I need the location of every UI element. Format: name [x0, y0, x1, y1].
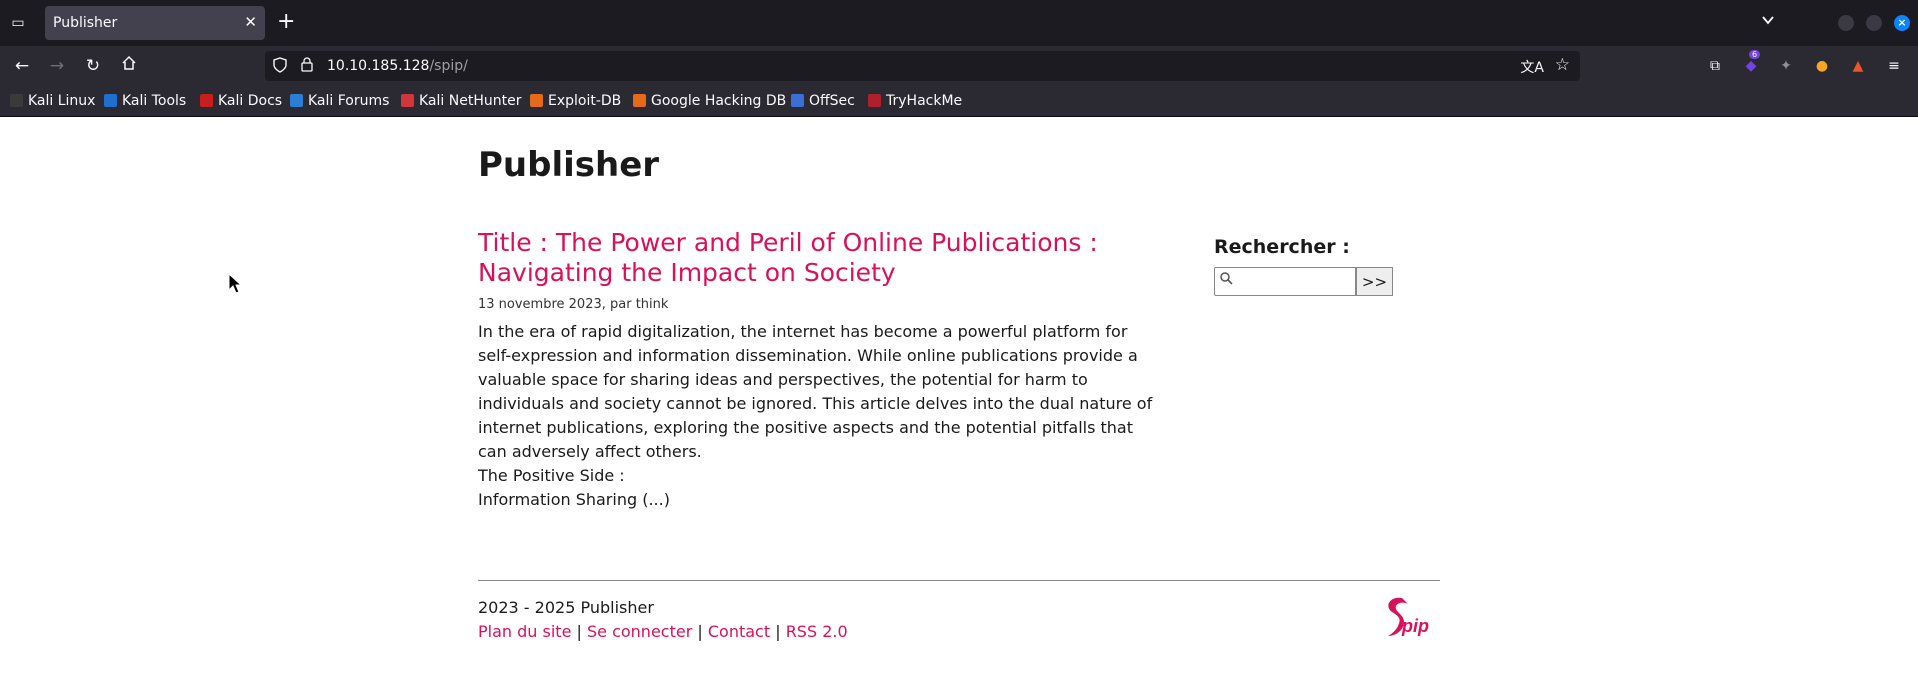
bookmark-google-hacking-db[interactable]: Google Hacking DB [633, 93, 786, 109]
site-title[interactable]: Publisher [478, 145, 659, 185]
browser-tab[interactable]: Publisher ✕ [45, 6, 265, 40]
close-window-icon[interactable]: × [1894, 15, 1910, 31]
bookmark-kali-forums[interactable]: Kali Forums [290, 93, 389, 109]
bookmark-label: OffSec [809, 93, 855, 109]
reload-icon[interactable]: ↻ [82, 55, 104, 77]
bookmark-star-icon[interactable]: ☆ [1555, 55, 1570, 75]
article-intro-line: Information Sharing (...) [478, 490, 670, 509]
sitemap-link[interactable]: Plan du site [478, 622, 571, 641]
offsec-icon [791, 94, 804, 107]
forward-icon[interactable]: → [46, 55, 68, 77]
navigation-toolbar: ← → ↻ 10.10.185.128/spip/ 文A ☆ ⧉ ◆ 6 ✦ ●… [0, 46, 1918, 86]
spip-logo-icon[interactable]: pip [1380, 594, 1440, 640]
url-host: 10.10.185.128 [327, 58, 430, 74]
kali-nethunter-icon [401, 94, 414, 107]
url-text[interactable]: 10.10.185.128/spip/ [327, 58, 468, 74]
bookmark-label: Kali Docs [218, 93, 283, 109]
bookmark-kali-linux[interactable]: Kali Linux [10, 93, 95, 109]
footer-copyright: 2023 - 2025 Publisher [478, 598, 654, 617]
svg-text:pip: pip [1401, 616, 1429, 636]
bookmark-label: Kali Forums [308, 93, 390, 109]
footer-divider [478, 580, 1440, 581]
translate-icon[interactable]: 文A [1520, 57, 1544, 77]
article-title-link[interactable]: Title : The Power and Peril of Online Pu… [478, 228, 1158, 288]
menu-icon[interactable]: ≡ [1884, 56, 1904, 76]
kali-docs-icon [200, 94, 213, 107]
kali-linux-icon [10, 94, 23, 107]
cookie-extension-icon[interactable]: ● [1812, 56, 1832, 76]
bookmark-label: TryHackMe [886, 93, 963, 109]
url-path: /spip/ [429, 58, 468, 74]
article-intro-line: The Positive Side : [478, 466, 625, 485]
tab-title: Publisher [53, 15, 118, 31]
tab-bar: ▭ Publisher ✕ + × [0, 0, 1918, 46]
maximize-window-icon[interactable] [1866, 15, 1882, 31]
mouse-cursor-icon [228, 273, 242, 294]
exploit-db-icon [530, 94, 543, 107]
home-icon[interactable] [118, 55, 140, 77]
close-tab-icon[interactable]: ✕ [244, 13, 257, 31]
footer-separator: | [775, 622, 781, 641]
footer-separator: | [576, 622, 582, 641]
search-input[interactable] [1214, 267, 1356, 296]
back-icon[interactable]: ← [11, 55, 33, 77]
minimize-window-icon[interactable] [1838, 15, 1854, 31]
bookmark-label: Google Hacking DB [651, 93, 787, 109]
bookmark-label: Exploit-DB [548, 93, 622, 109]
tracking-protection-icon[interactable] [273, 57, 287, 73]
tryhackme-icon [868, 94, 881, 107]
bookmark-label: Kali NetHunter [419, 93, 522, 109]
foxyproxy-extension-icon[interactable]: ▲ [1848, 56, 1868, 76]
bookmark-kali-nethunter[interactable]: Kali NetHunter [401, 93, 521, 109]
search-label: Rechercher : [1214, 236, 1350, 258]
contact-link[interactable]: Contact [708, 622, 770, 641]
bookmark-label: Kali Tools [122, 93, 187, 109]
extension-puzzle-icon[interactable]: ✦ [1776, 56, 1796, 76]
search-icon [1220, 272, 1233, 289]
bookmarks-toolbar: Kali Linux Kali Tools Kali Docs Kali For… [0, 86, 1918, 117]
tab-list-icon[interactable]: ▭ [8, 13, 28, 33]
extension-badge: 6 [1749, 50, 1761, 59]
article-intro: In the era of rapid digitalization, the … [478, 320, 1158, 512]
footer-separator: | [697, 622, 703, 641]
article-info: 13 novembre 2023, par think [478, 297, 669, 312]
bookmark-exploit-db[interactable]: Exploit-DB [530, 93, 621, 109]
article-intro-text: In the era of rapid digitalization, the … [478, 322, 1153, 461]
footer-links: Plan du site | Se connecter | Contact | … [478, 622, 848, 641]
extensions-icon[interactable]: ⧉ [1705, 56, 1725, 76]
kali-tools-icon [104, 94, 117, 107]
new-tab-icon[interactable]: + [277, 10, 295, 34]
site-info-icon[interactable] [301, 57, 313, 76]
bookmark-offsec[interactable]: OffSec [791, 93, 855, 109]
address-bar[interactable]: 10.10.185.128/spip/ 文A ☆ [265, 51, 1580, 81]
login-link[interactable]: Se connecter [587, 622, 692, 641]
chevron-down-icon[interactable] [1760, 12, 1776, 32]
google-hacking-db-icon [633, 94, 646, 107]
kali-forums-icon [290, 94, 303, 107]
bookmark-tryhackme[interactable]: TryHackMe [868, 93, 962, 109]
bookmark-kali-docs[interactable]: Kali Docs [200, 93, 282, 109]
bookmark-kali-tools[interactable]: Kali Tools [104, 93, 186, 109]
rss-link[interactable]: RSS 2.0 [786, 622, 848, 641]
search-submit-button[interactable]: >> [1356, 267, 1393, 296]
ublock-extension-icon[interactable]: ◆ [1741, 56, 1761, 76]
bookmark-label: Kali Linux [28, 93, 96, 109]
